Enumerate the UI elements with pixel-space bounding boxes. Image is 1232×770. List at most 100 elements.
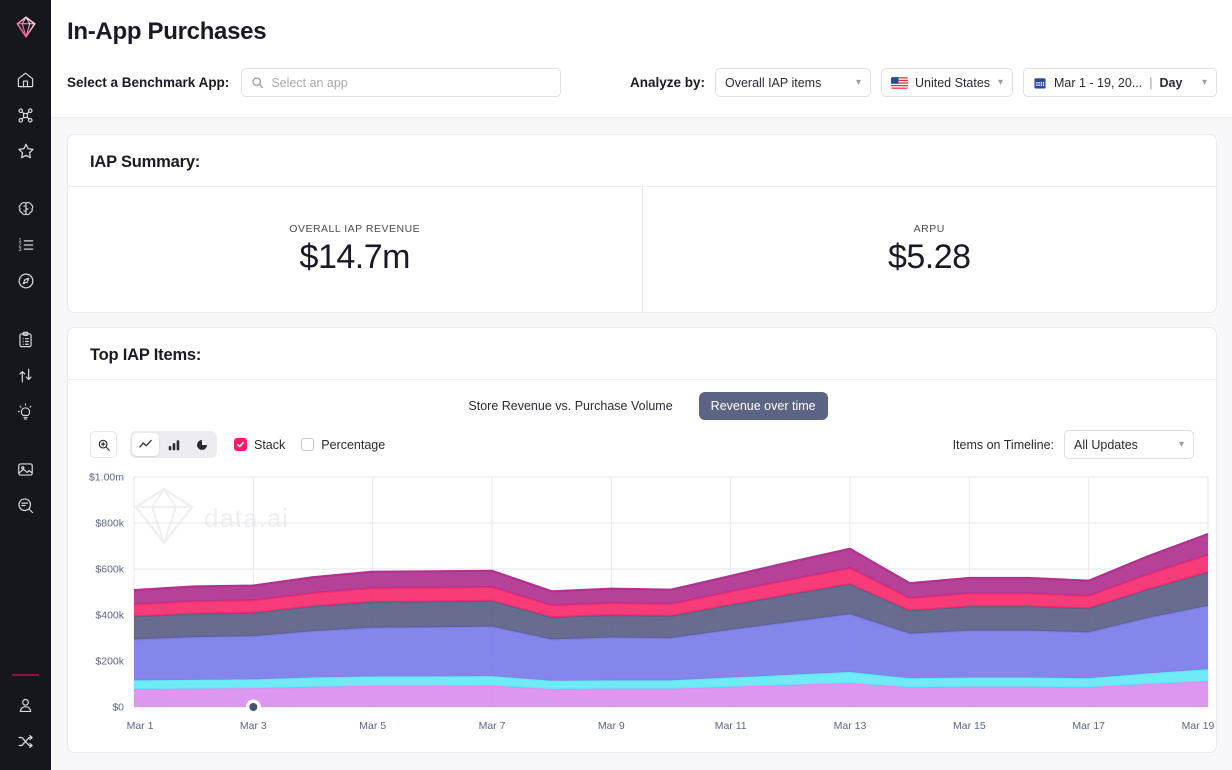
chevron-down-icon: ▾ bbox=[1201, 76, 1207, 88]
chart-svg: data.ai $0 $200k $400k $600k $800k $1.00m Mar… bbox=[89, 472, 1215, 733]
chevron-down-icon: ▾ bbox=[997, 76, 1003, 88]
chevron-down-icon: ▾ bbox=[1178, 438, 1184, 450]
iap-summary-title: IAP Summary: bbox=[90, 153, 201, 171]
date-range-value: Mar 1 - 19, 20... bbox=[1054, 75, 1143, 90]
chart-options: Stack Percentage bbox=[234, 438, 385, 452]
chevron-down-icon: ▾ bbox=[855, 76, 861, 88]
x-axis-tick: Mar 11 bbox=[715, 720, 747, 732]
x-axis-tick: Mar 7 bbox=[479, 720, 506, 732]
x-axis-tick: Mar 19 bbox=[1182, 720, 1215, 732]
top-iap-items-title: Top IAP Items: bbox=[90, 346, 202, 364]
sidebar-item-star[interactable] bbox=[9, 134, 43, 168]
search-placeholder: Select an app bbox=[271, 75, 348, 90]
date-separator: | bbox=[1149, 75, 1153, 90]
x-axis-tick: Mar 3 bbox=[240, 720, 267, 732]
chart-point-marker[interactable] bbox=[245, 699, 261, 715]
items-on-timeline-label: Items on Timeline: bbox=[952, 437, 1054, 452]
page-title: In-App Purchases bbox=[67, 18, 267, 45]
pie-chart-icon bbox=[196, 439, 207, 450]
sidebar-item-user[interactable] bbox=[9, 688, 43, 722]
search-input[interactable]: Select an app bbox=[241, 68, 562, 97]
chart-x-axis: Mar 1 Mar 3 Mar 5 Mar 7 Mar 9 Mar 11 Mar 13 Mar… bbox=[127, 720, 1215, 732]
zoom-in-icon bbox=[98, 439, 110, 451]
percentage-label: Percentage bbox=[321, 437, 386, 452]
sidebar-item-shuffle[interactable] bbox=[9, 724, 43, 758]
date-granularity-value: Day bbox=[1159, 75, 1183, 90]
sidebar-divider bbox=[12, 674, 39, 676]
pie-chart-button[interactable] bbox=[188, 433, 215, 456]
line-chart-button[interactable] bbox=[132, 433, 159, 456]
left-sidebar: 1 2 3 bbox=[0, 0, 51, 770]
metric-value: $5.28 bbox=[887, 237, 971, 276]
metric-label: ARPU bbox=[913, 222, 945, 235]
svg-text:3: 3 bbox=[18, 247, 21, 253]
items-on-timeline-control: Items on Timeline: All Updates ▾ bbox=[953, 430, 1194, 459]
country-select[interactable]: United States ▾ bbox=[881, 68, 1013, 97]
analyze-by-value: Overall IAP items bbox=[725, 75, 822, 90]
app-root: 1 2 3 In-App Purchases Select a Benchmar… bbox=[0, 0, 1232, 770]
y-axis-tick: $200k bbox=[95, 656, 124, 668]
x-axis-tick: Mar 17 bbox=[1072, 720, 1105, 732]
bar-chart-icon bbox=[168, 439, 179, 450]
metric-overall-iap-revenue: OVERALL IAP REVENUE $14.7m bbox=[68, 187, 643, 312]
calendar-icon bbox=[1033, 76, 1047, 90]
main-area: In-App Purchases Select a Benchmark App:… bbox=[51, 0, 1232, 770]
x-axis-tick: Mar 15 bbox=[953, 720, 986, 732]
sidebar-item-search-doc[interactable] bbox=[9, 488, 43, 522]
sidebar-item-numbered-list[interactable]: 1 2 3 bbox=[9, 228, 43, 262]
checkbox-box bbox=[234, 438, 247, 451]
chart-y-axis: $0 $200k $400k $600k $800k $1.00m bbox=[89, 472, 125, 714]
line-chart-icon bbox=[139, 439, 152, 448]
sidebar-item-compass[interactable] bbox=[9, 264, 43, 298]
sidebar-item-home[interactable] bbox=[9, 62, 43, 96]
y-axis-tick: $400k bbox=[95, 610, 124, 622]
x-axis-tick: Mar 13 bbox=[834, 720, 867, 732]
bar-chart-button[interactable] bbox=[160, 433, 187, 456]
svg-text:data.ai: data.ai bbox=[204, 503, 289, 533]
sidebar-item-clipboard[interactable] bbox=[9, 322, 43, 356]
sidebar-item-lightbulb[interactable] bbox=[9, 394, 43, 428]
checkbox-box bbox=[301, 438, 315, 451]
metric-arpu: ARPU $5.28 bbox=[643, 187, 1217, 312]
revenue-area-chart[interactable]: data.ai $0 $200k $400k $600k $800k $1.00m Mar… bbox=[68, 467, 1216, 752]
items-on-timeline-select[interactable]: All Updates ▾ bbox=[1064, 430, 1194, 459]
y-axis-tick: $800k bbox=[95, 518, 124, 530]
top-bar: In-App Purchases Select a Benchmark App:… bbox=[51, 0, 1232, 118]
right-controls: Analyze by: Overall IAP items ▾ United S… bbox=[630, 68, 1232, 97]
benchmark-label: Select a Benchmark App: bbox=[67, 75, 230, 90]
metric-value: $14.7m bbox=[299, 237, 411, 276]
iap-summary-metrics: OVERALL IAP REVENUE $14.7m ARPU $5.28 bbox=[68, 187, 1216, 312]
chart-watermark: data.ai bbox=[134, 487, 289, 546]
stack-checkbox[interactable]: Stack bbox=[234, 438, 285, 452]
country-value: United States bbox=[915, 75, 991, 90]
controls-row: Select a Benchmark App: Select an app An… bbox=[67, 68, 1232, 97]
x-axis-tick: Mar 9 bbox=[598, 720, 625, 732]
items-on-timeline-value: All Updates bbox=[1074, 437, 1138, 452]
zoom-in-button[interactable] bbox=[90, 431, 117, 458]
sidebar-item-network[interactable] bbox=[9, 98, 43, 132]
stack-label: Stack bbox=[254, 437, 286, 452]
x-axis-tick: Mar 1 bbox=[127, 720, 154, 732]
chart-areas bbox=[133, 533, 1209, 707]
tab-store-revenue-vs-purchase-volume[interactable]: Store Revenue vs. Purchase Volume bbox=[456, 392, 684, 420]
analyze-by-select[interactable]: Overall IAP items ▾ bbox=[715, 68, 871, 97]
sidebar-item-compare[interactable] bbox=[9, 358, 43, 392]
sidebar-item-brain[interactable] bbox=[9, 192, 43, 226]
chart-toolbar: Stack Percentage Items on Timeline: All … bbox=[68, 422, 1216, 459]
top-iap-items-card: Top IAP Items: Store Revenue vs. Purchas… bbox=[67, 327, 1217, 753]
chart-type-segmented-control bbox=[130, 431, 217, 458]
content-area: IAP Summary: OVERALL IAP REVENUE $14.7m … bbox=[51, 118, 1232, 753]
chart-tabs: Store Revenue vs. Purchase Volume Revenu… bbox=[68, 380, 1216, 422]
logo-diamond-icon[interactable] bbox=[9, 10, 43, 44]
metric-label: OVERALL IAP REVENUE bbox=[289, 222, 421, 235]
tab-revenue-over-time[interactable]: Revenue over time bbox=[698, 392, 828, 420]
check-icon bbox=[236, 441, 245, 448]
search-icon bbox=[252, 77, 264, 89]
analyze-by-label: Analyze by: bbox=[629, 75, 705, 90]
percentage-checkbox[interactable]: Percentage bbox=[301, 438, 385, 452]
y-axis-tick: $1.00m bbox=[89, 472, 124, 484]
us-flag-icon bbox=[891, 76, 908, 89]
sidebar-item-image[interactable] bbox=[9, 452, 43, 486]
y-axis-tick: $0 bbox=[112, 702, 124, 714]
date-range-select[interactable]: Mar 1 - 19, 20... | Day ▾ bbox=[1023, 68, 1217, 97]
